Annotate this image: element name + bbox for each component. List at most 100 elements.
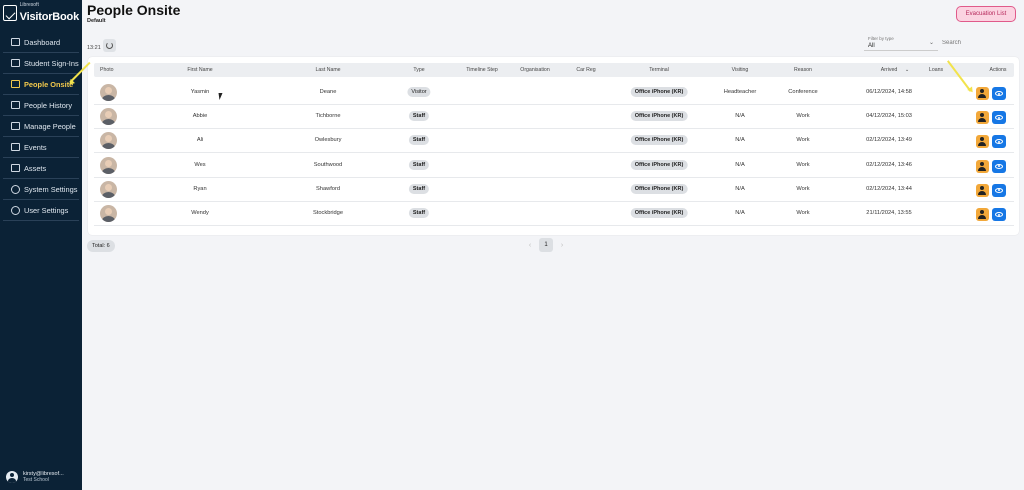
search-input[interactable] — [942, 36, 1016, 50]
last-name: Shawford — [315, 185, 341, 192]
sidebar-item-label: User Settings — [24, 205, 69, 215]
page-title: People Onsite — [87, 2, 181, 18]
evacuation-list-button[interactable]: Evacuation List — [956, 6, 1016, 22]
reason: Conference — [788, 89, 818, 95]
evacuation-action-button[interactable] — [976, 159, 989, 173]
sidebar-item-assets[interactable]: Assets — [3, 158, 79, 179]
arrived: 21/11/2024, 13:55 — [866, 210, 912, 216]
next-page-icon[interactable]: › — [556, 242, 568, 249]
history-icon — [10, 101, 20, 110]
column-header-timeline-step: Timeline Step — [466, 67, 498, 73]
table-row[interactable]: Ryan Shawford Staff Office iPhone (KR) N/A Wo… — [94, 178, 1014, 202]
evacuation-action-button[interactable] — [976, 208, 989, 221]
logo-small-text: Libresoft — [19, 1, 39, 8]
type-badge: Visitor — [407, 87, 431, 97]
visiting: N/A — [735, 210, 745, 216]
evacuation-action-button[interactable] — [976, 87, 989, 100]
first-name: Wes — [194, 161, 206, 168]
sidebar-item-label: Assets — [24, 163, 47, 173]
eye-icon — [995, 187, 1003, 193]
sidebar-item-student-sign-ins[interactable]: Student Sign-Ins — [3, 53, 79, 74]
filter-label: Filter by type — [868, 36, 894, 41]
gear-icon — [10, 184, 20, 194]
total-count: Total: 6 — [87, 240, 115, 252]
visiting: Headteacher — [723, 89, 757, 95]
visiting: N/A — [735, 137, 745, 144]
user-avatar-icon — [6, 471, 18, 483]
mouse-cursor-icon — [218, 93, 224, 100]
sidebar-item-manage-people[interactable]: Manage People — [3, 116, 79, 137]
arrived: 02/12/2024, 13:46 — [866, 161, 912, 168]
column-header-terminal: Terminal — [649, 67, 669, 73]
arrived: 02/12/2024, 13:44 — [866, 185, 912, 192]
sidebar-item-people-onsite[interactable]: People Onsite — [3, 74, 79, 95]
type-badge: Staff — [408, 183, 430, 194]
last-name: Tichborne — [315, 113, 341, 120]
sort-chevron-icon[interactable]: ⌄ — [905, 67, 909, 73]
column-header-loans: Loans — [928, 67, 944, 73]
id-card-icon — [10, 122, 20, 131]
last-name: Deane — [319, 89, 337, 95]
evacuation-action-button[interactable] — [976, 135, 989, 149]
person-photo — [100, 205, 117, 222]
events-icon — [10, 143, 20, 152]
user-school: Test School — [23, 477, 49, 483]
reason: Work — [796, 161, 810, 168]
reason: Work — [796, 113, 810, 120]
type-badge: Staff — [408, 135, 430, 146]
view-button[interactable] — [992, 135, 1006, 149]
sidebar-item-dashboard[interactable]: Dashboard — [3, 32, 79, 53]
refresh-button[interactable] — [103, 39, 116, 52]
sidebar-item-label: Manage People — [24, 121, 76, 131]
view-button[interactable] — [992, 87, 1006, 100]
table-row[interactable]: Abbie Tichborne Staff Office iPhone (KR) N/A… — [94, 105, 1014, 130]
type-badge: Staff — [408, 159, 430, 170]
reason: Work — [796, 185, 810, 192]
visiting: N/A — [735, 161, 745, 168]
student-icon — [10, 59, 20, 68]
sidebar-item-label: Student Sign-Ins — [24, 58, 79, 68]
table-row[interactable]: Ali Owlesbury Staff Office iPhone (KR) N/A Wo… — [94, 129, 1014, 154]
evacuation-action-button[interactable] — [976, 111, 989, 125]
eye-icon — [995, 139, 1003, 145]
arrived: 02/12/2024, 13:49 — [866, 137, 912, 144]
terminal-badge: Office iPhone (KR) — [630, 159, 688, 170]
visiting: N/A — [735, 185, 745, 192]
logo-icon — [3, 5, 17, 21]
person-photo — [100, 108, 117, 126]
table-row[interactable]: Wendy Stockbridge Staff Office iPhone (KR) N… — [94, 202, 1014, 226]
page-number[interactable]: 1 — [539, 238, 553, 252]
filter-by-type-select[interactable]: Filter by type All ⌄ — [864, 34, 938, 51]
view-button[interactable] — [992, 159, 1006, 173]
eye-icon — [995, 115, 1003, 121]
sidebar-item-user-settings[interactable]: User Settings — [3, 200, 79, 221]
table-row[interactable]: Yasmin Deane Visitor Office iPhone (KR) Head… — [94, 81, 1014, 105]
column-header-actions: Actions — [989, 67, 1007, 73]
page-subtitle: Default — [87, 18, 106, 24]
column-header-arrived[interactable]: Arrived — [881, 67, 897, 73]
column-header-car-reg: Car Reg — [576, 67, 596, 73]
evacuation-action-button[interactable] — [976, 183, 989, 197]
last-refresh-time: 13:21 — [87, 45, 101, 51]
sidebar-item-system-settings[interactable]: System Settings — [3, 179, 79, 200]
sidebar-item-label: People Onsite — [24, 79, 74, 89]
view-button[interactable] — [992, 183, 1006, 197]
sidebar-item-label: People History — [24, 100, 73, 110]
first-name: Wendy — [191, 210, 209, 216]
logo[interactable]: Libresoft VisitorBook — [0, 0, 82, 26]
refresh-icon — [106, 42, 113, 49]
terminal-badge: Office iPhone (KR) — [630, 135, 688, 146]
sidebar-item-label: System Settings — [24, 184, 78, 194]
logo-text: VisitorBook — [19, 10, 80, 23]
terminal-badge: Office iPhone (KR) — [630, 208, 688, 218]
type-badge: Staff — [408, 111, 430, 122]
table-row[interactable]: Wes Southwood Staff Office iPhone (KR) N/A Wo… — [94, 154, 1014, 178]
view-button[interactable] — [992, 208, 1006, 221]
user-profile[interactable]: kirsty@libresof... Test School — [6, 471, 64, 483]
sidebar-item-events[interactable]: Events — [3, 137, 79, 158]
terminal-badge: Office iPhone (KR) — [630, 111, 688, 122]
view-button[interactable] — [992, 111, 1006, 125]
arrived: 04/12/2024, 15:03 — [866, 113, 912, 120]
sidebar-item-people-history[interactable]: People History — [3, 95, 79, 116]
prev-page-icon[interactable]: ‹ — [524, 242, 536, 249]
